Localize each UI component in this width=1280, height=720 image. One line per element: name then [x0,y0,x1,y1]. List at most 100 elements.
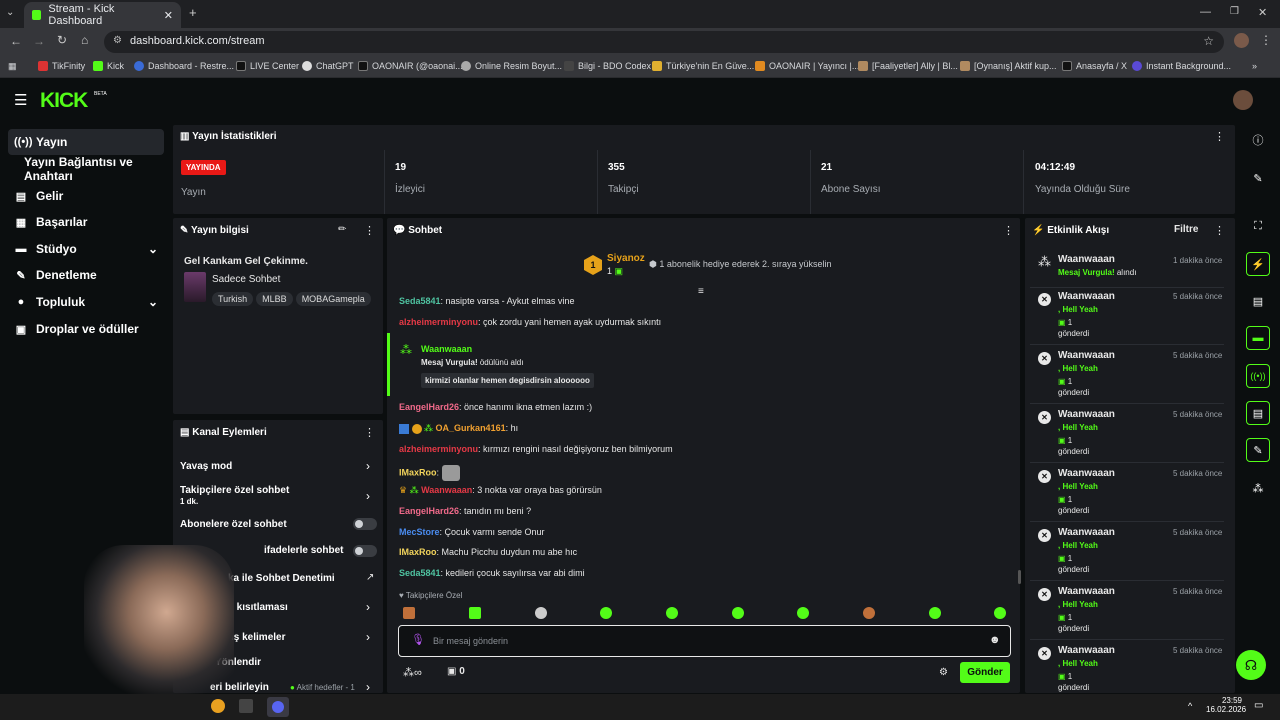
tag-chip[interactable]: MLBB [256,292,293,306]
support-chat-icon[interactable]: ☊ [1236,650,1266,680]
window-close-icon[interactable]: ✕ [1258,6,1267,19]
emoji-picker-icon[interactable]: ☻ [989,634,1001,646]
bookmark-item[interactable]: TikFinity [38,61,85,71]
activity-menu-icon[interactable]: ⋮ [1214,224,1225,237]
category-name[interactable]: Sadece Sohbet [212,274,280,285]
restore-icon[interactable]: ❐ [1230,6,1239,17]
bookmark-item[interactable]: [Oynanış] Aktif kup... [960,61,1057,71]
sidebar-item-droplar[interactable]: ▣ Droplar ve ödüller [8,316,164,342]
tab-close-icon[interactable]: ✕ [164,9,173,22]
filter-button[interactable]: Filtre [1174,224,1198,235]
bookmark-item[interactable]: Kick [93,61,124,71]
sidebar-item-stream-key[interactable]: Yayın Bağlantısı ve Anahtarı [8,155,170,183]
bookmark-item[interactable]: Online Resim Boyut... [461,61,562,71]
bookmark-item[interactable]: LIVE Center [236,61,299,71]
bookmark-item[interactable]: Bilgi - BDO Codex [564,61,651,71]
user-avatar[interactable] [1233,90,1253,110]
taskbar-clock[interactable]: 23:59 16.02.2026 [1206,696,1246,714]
sidebar-item-yayin[interactable]: ((•)) Yayın [8,129,164,155]
bookmark-item[interactable]: [Faaliyetler] Ally | Bl... [858,61,958,71]
sidebar-item-basarilar[interactable]: ▦ Başarılar [8,209,164,235]
channel-actions-menu-icon[interactable]: ⋮ [364,426,375,439]
followers-only-action[interactable]: Takipçilere özel sohbet [180,485,289,496]
edit-pencil-icon[interactable]: ✏ [338,224,346,235]
back-icon[interactable]: ← [10,34,22,48]
bookmark-item[interactable]: Türkiye'nin En Güve... [652,61,754,71]
tray-chevron-icon[interactable]: ^ [1188,701,1192,711]
microphone-icon[interactable]: 🎙 [411,633,425,646]
emote-icon[interactable] [929,607,941,619]
redeem-user[interactable]: Waanwaaan [421,344,472,354]
subs-only-toggle[interactable] [353,518,377,530]
external-link-icon[interactable]: ↗ [366,572,374,583]
home-icon[interactable]: ⌂ [81,33,88,47]
taskbar-app-icon[interactable] [239,699,253,713]
sidebar-item-topluluk[interactable]: ● Topluluk ⌄ [8,289,164,315]
tag-chip[interactable]: MOBAGamepla [295,292,371,306]
minimize-icon[interactable]: — [1200,6,1211,18]
sidebar-item-gelir[interactable]: ▤ Gelir [8,183,164,209]
chevron-right-icon[interactable]: › [366,630,370,644]
discord-taskbar-icon[interactable] [267,697,289,717]
pinned-collapse-icon[interactable]: ≡ [698,286,704,297]
chat-toggle-icon[interactable]: ▬ [1246,326,1270,350]
layout-icon[interactable]: ▤ [1246,401,1270,425]
chat-scrollbar[interactable] [1018,570,1021,584]
hamburger-menu-icon[interactable]: ☰ [14,91,27,109]
bookmark-item[interactable]: ChatGPT [302,61,354,71]
emote-icon[interactable] [600,607,612,619]
kick-logo[interactable]: KICK [40,89,88,113]
chevron-right-icon[interactable]: › [366,489,370,503]
chat-menu-icon[interactable]: ⋮ [1003,224,1014,237]
emote-icon[interactable] [994,607,1006,619]
emote-icon[interactable] [732,607,744,619]
top-gifter-name[interactable]: Siyanoz [607,253,645,264]
bookmark-item[interactable]: OAONAIR (@oaonai... [358,61,463,71]
emote-icon[interactable] [535,607,547,619]
sidebar-item-denetleme[interactable]: ✎ Denetleme [8,262,164,288]
edit-icon[interactable]: ✎ [1246,166,1270,190]
reload-icon[interactable]: ↻ [57,33,67,47]
channel-points-icon[interactable]: ⁂ [1246,476,1270,500]
emote-only-toggle[interactable] [353,545,377,557]
fullscreen-icon[interactable]: ⛶ [1246,214,1270,238]
bookmark-star-icon[interactable]: ☆ [1203,34,1214,48]
sidebar-item-studyo[interactable]: ▬ Stüdyo ⌄ [8,236,164,262]
info-icon[interactable]: ⓘ [1246,128,1270,152]
emote-icon[interactable] [863,607,875,619]
bookmark-item[interactable]: OAONAIR | Yayıncı |... [755,61,859,71]
tab-search-icon[interactable]: ⌄ [6,7,14,18]
more-bookmarks-icon[interactable]: » [1252,61,1257,71]
tag-chip[interactable]: Turkish [212,292,254,306]
browser-tab[interactable]: Stream - Kick Dashboard ✕ [24,2,181,28]
bookmark-item[interactable]: Instant Background... [1132,61,1231,71]
stats-menu-icon[interactable]: ⋮ [1214,130,1225,143]
emote-icon[interactable] [403,607,415,619]
chat-settings-gear-icon[interactable]: ⚙ [939,667,948,678]
forward-icon[interactable]: → [33,34,45,48]
stream-info-menu-icon[interactable]: ⋮ [364,224,375,237]
profile-avatar[interactable] [1234,33,1249,48]
browser-menu-icon[interactable]: ⋮ [1260,33,1272,47]
notification-icon[interactable]: ▭ [1254,700,1263,711]
apps-icon[interactable]: ▦ [8,61,17,72]
chevron-right-icon[interactable]: › [366,600,370,614]
send-button[interactable]: Gönder [960,662,1010,683]
emote-icon[interactable] [469,607,481,619]
clipboard-icon[interactable]: ▤ [1246,289,1270,313]
channel-points-icon[interactable]: ⁂∞ [403,666,422,679]
activity-lightning-icon[interactable]: ⚡ [1246,252,1270,276]
chevron-right-icon[interactable]: › [366,459,370,473]
new-tab-icon[interactable]: + [189,5,197,20]
slow-mode-action[interactable]: Yavaş mod [180,461,232,472]
emote-icon[interactable] [666,607,678,619]
emote-icon[interactable] [797,607,809,619]
broadcast-toggle-icon[interactable]: ((•)) [1246,364,1270,388]
bookmark-item[interactable]: Dashboard - Restre... [134,61,234,71]
wrench-icon[interactable]: ✎ [1246,438,1270,462]
site-info-icon[interactable]: ⚙ [113,35,122,46]
ai-moderation-action[interactable]: ka ile Sohbet Denetimi [228,573,335,584]
chevron-right-icon[interactable]: › [366,680,370,694]
taskbar-app-icon[interactable] [211,699,225,713]
url-field[interactable]: ⚙ dashboard.kick.com/stream ☆ [104,31,1224,53]
